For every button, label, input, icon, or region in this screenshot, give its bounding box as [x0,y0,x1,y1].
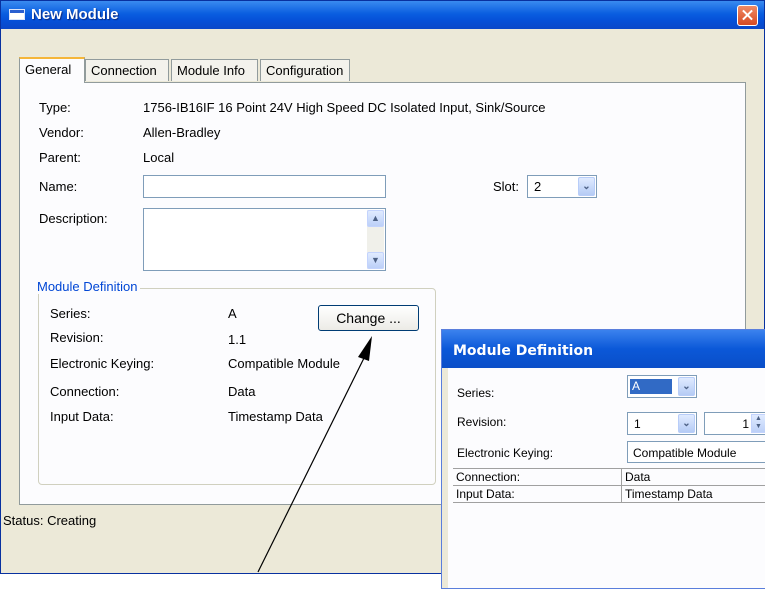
close-icon[interactable] [737,5,758,26]
name-label: Name: [39,179,78,194]
md-revision-major-combo[interactable]: 1 ⌄ [627,412,697,435]
type-label: Type: [39,100,71,115]
md-keying-label: Electronic Keying: [457,446,554,460]
md-keying-combo[interactable]: Compatible Module [627,441,765,463]
md-grid-label: Input Data: [456,487,515,501]
md-body: Series: A ⌄ Revision: 1 ⌄ 1 ▲ ▼ Electroni… [448,368,765,588]
status-text: Status: Creating [3,513,97,528]
md-revision-label: Revision: [457,415,507,429]
md-revision-minor-spinner[interactable]: 1 ▲ ▼ [704,412,765,435]
title-bar[interactable]: New Module [1,1,764,29]
type-value: 1756-IB16IF 16 Point 24V High Speed DC I… [143,100,546,115]
spin-updown-icon[interactable]: ▲ ▼ [751,414,765,433]
md-title: Module Definition [453,343,594,359]
tab-configuration[interactable]: Configuration [260,59,350,81]
electronic-keying-label: Electronic Keying: [50,356,155,371]
md-grid-value: Data [625,470,651,484]
module-definition-dialog: Module Definition Series: A ⌄ Revision: … [441,329,765,589]
md-series-value: A [630,379,672,394]
revision-label: Revision: [50,330,104,345]
md-series-combo[interactable]: A ⌄ [627,375,697,398]
md-grid-label: Connection: [456,470,521,484]
electronic-keying-value: Compatible Module [228,356,341,371]
connection-label: Connection: [50,384,120,399]
tab-general[interactable]: General [19,57,85,83]
md-revision-minor: 1 [742,417,749,431]
md-series-label: Series: [457,386,495,400]
description-label: Description: [39,211,108,226]
md-revision-major: 1 [634,417,641,431]
md-grid-row: Connection: Data [453,469,765,486]
name-field[interactable] [143,175,386,198]
md-title-bar[interactable]: Module Definition [442,330,765,368]
slot-label: Slot: [493,179,520,194]
tab-module-info[interactable]: Module Info [171,59,258,81]
md-keying-value: Compatible Module [633,446,737,460]
md-grid-value: Timestamp Data [625,487,713,501]
revision-value: 1.1 [228,332,247,347]
slot-value: 2 [534,179,542,194]
change-button[interactable]: Change ... [318,305,419,331]
tab-connection[interactable]: Connection [85,59,169,81]
input-data-label: Input Data: [50,409,114,424]
series-label: Series: [50,306,91,321]
vendor-label: Vendor: [39,125,84,140]
description-scrollbar[interactable]: ▲ ▼ [367,210,384,269]
md-grid: Connection: Data Input Data: Timestamp D… [453,468,765,503]
input-data-value: Timestamp Data [228,409,323,424]
chevron-down-icon[interactable]: ⌄ [578,177,595,196]
parent-label: Parent: [39,150,81,165]
module-definition-title: Module Definition [34,279,141,294]
series-value: A [228,306,237,321]
description-field[interactable]: ▲ ▼ [143,208,386,271]
chevron-down-icon[interactable]: ⌄ [678,414,695,433]
scroll-down-icon[interactable]: ▼ [367,252,384,269]
slot-combo[interactable]: 2 ⌄ [527,175,597,198]
parent-value: Local [143,150,175,165]
scroll-up-icon[interactable]: ▲ [367,210,384,227]
window-title: New Module [31,6,119,23]
vendor-value: Allen-Bradley [143,125,221,140]
chevron-down-icon[interactable]: ⌄ [678,377,695,396]
md-grid-row: Input Data: Timestamp Data [453,486,765,503]
connection-value: Data [228,384,256,399]
window-icon [9,9,25,20]
